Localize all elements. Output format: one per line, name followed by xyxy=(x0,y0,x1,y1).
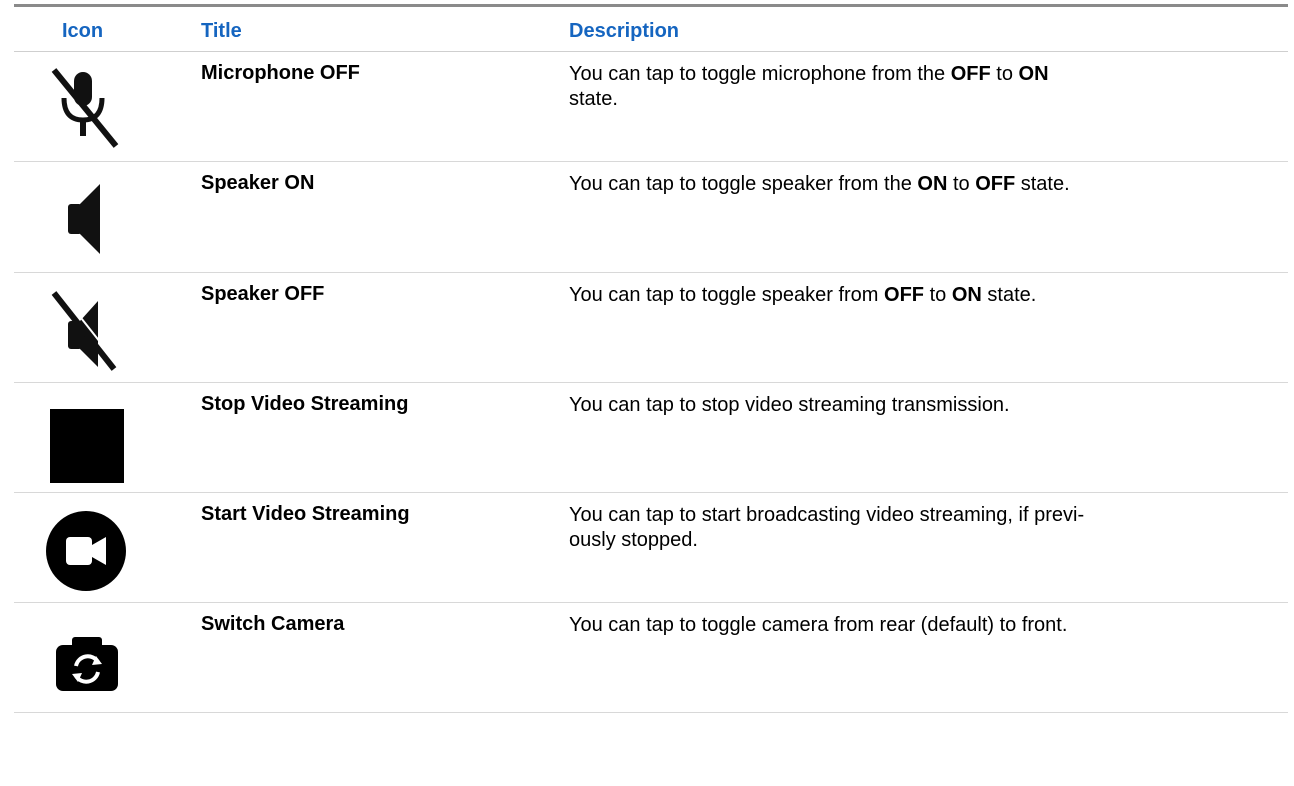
speaker-off-icon xyxy=(51,289,120,371)
row-title: Speaker ON xyxy=(201,172,315,194)
header-title: Title xyxy=(201,20,242,42)
row-title: Start Video Streaming xyxy=(201,503,410,525)
row-title: Stop Video Streaming xyxy=(201,393,409,415)
row-title: Speaker OFF xyxy=(201,283,325,305)
row-description: You can tap to start broadcasting video … xyxy=(569,504,1085,551)
row-description: You can tap to toggle microphone from th… xyxy=(569,63,1049,110)
row-description: You can tap to toggle speaker from OFF t… xyxy=(569,284,1037,306)
stop-square-icon xyxy=(50,409,124,483)
table-row: Stop Video Streaming You can tap to stop… xyxy=(14,383,1288,493)
table-header: Icon Title Description xyxy=(14,4,1288,52)
table-row: Microphone OFF You can tap to toggle mic… xyxy=(14,52,1288,162)
video-camera-icon xyxy=(46,511,126,591)
table-row: Speaker ON You can tap to toggle speaker… xyxy=(14,162,1288,273)
table-row: Speaker OFF You can tap to toggle speake… xyxy=(14,273,1288,383)
microphone-off-icon xyxy=(51,68,119,148)
row-title: Switch Camera xyxy=(201,613,345,635)
icon-table: Icon Title Description Microphone OFF Yo… xyxy=(14,4,1288,713)
speaker-on-icon xyxy=(68,184,100,254)
header-description: Description xyxy=(569,20,680,42)
row-description: You can tap to toggle camera from rear (… xyxy=(569,614,1068,636)
switch-camera-icon xyxy=(56,637,118,691)
table-row: Start Video Streaming You can tap to sta… xyxy=(14,493,1288,603)
row-description: You can tap to toggle speaker from the O… xyxy=(569,173,1070,195)
row-title: Microphone OFF xyxy=(201,62,360,84)
header-icon: Icon xyxy=(62,20,104,42)
row-description: You can tap to stop video streaming tran… xyxy=(569,394,1010,416)
table-row: Switch Camera You can tap to toggle came… xyxy=(14,603,1288,713)
